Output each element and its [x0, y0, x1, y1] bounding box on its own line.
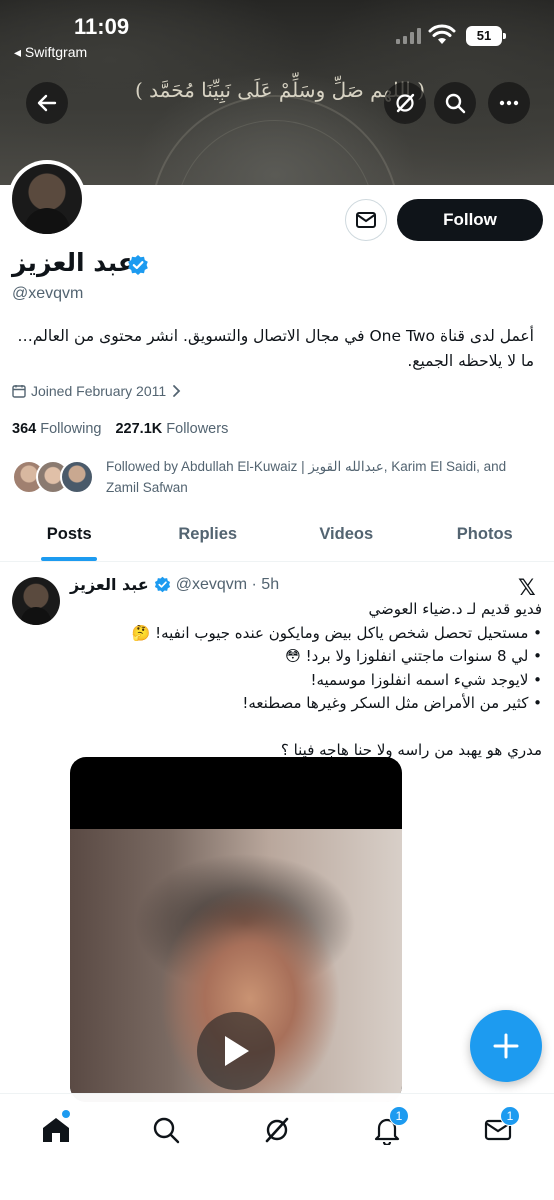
battery-indicator: 51	[466, 26, 506, 46]
more-icon	[499, 100, 519, 106]
arrow-left-icon	[37, 94, 57, 112]
grok-icon	[265, 1117, 289, 1143]
joined-date[interactable]: Joined February 2011	[12, 383, 181, 399]
home-unread-dot	[62, 1110, 70, 1118]
nav-notifications[interactable]: 1	[365, 1106, 409, 1152]
nav-search[interactable]	[144, 1108, 188, 1152]
nav-grok[interactable]	[255, 1108, 299, 1152]
tab-photos[interactable]: Photos	[416, 508, 554, 561]
grok-button[interactable]	[384, 82, 426, 124]
envelope-icon	[356, 212, 376, 228]
nav-home[interactable]	[34, 1108, 78, 1152]
plus-icon	[493, 1033, 519, 1059]
chevron-right-icon	[173, 385, 181, 397]
followers-link[interactable]: 227.1K Followers	[115, 421, 228, 437]
wifi-icon	[428, 24, 456, 44]
profile-avatar[interactable]	[8, 160, 86, 238]
profile-display-name: عبد العزيز	[12, 248, 135, 277]
tweet-author-name[interactable]: عبد العزيز	[70, 575, 149, 594]
followers-count: 227.1K	[115, 421, 163, 437]
tweet-line: • كثير من الأمراض مثل السكر وغيرها مصطنع…	[242, 694, 542, 712]
tab-posts[interactable]: Posts	[0, 508, 139, 561]
messages-badge: 1	[500, 1106, 520, 1126]
following-count: 364	[12, 421, 37, 437]
more-button[interactable]	[488, 82, 530, 124]
notifications-badge: 1	[389, 1106, 409, 1126]
followed-by-section[interactable]: Followed by Abdullah El-Kuwaiz | عبدالله…	[12, 456, 542, 500]
avatar	[60, 460, 94, 494]
nav-messages[interactable]: 1	[476, 1106, 520, 1152]
tweet-author-avatar[interactable]	[12, 577, 60, 625]
message-button[interactable]	[345, 199, 387, 241]
search-button[interactable]	[434, 82, 476, 124]
status-time: 11:09	[74, 14, 130, 39]
follow-button[interactable]: Follow	[397, 199, 543, 241]
grok-icon	[396, 93, 415, 113]
followed-by-avatars	[12, 460, 96, 496]
joined-text: Joined February 2011	[31, 383, 167, 399]
following-link[interactable]: 364 Following	[12, 421, 101, 437]
tweet-video[interactable]	[70, 757, 402, 1102]
profile-tabs: Posts Replies Videos Photos	[0, 508, 554, 562]
tweet-handle-time: @xevqvm · 5h	[175, 575, 280, 593]
search-icon	[153, 1117, 180, 1144]
tab-replies[interactable]: Replies	[139, 508, 278, 561]
back-button[interactable]	[26, 82, 68, 124]
calendar-icon	[12, 385, 26, 398]
play-icon	[225, 1036, 249, 1066]
back-to-app-link[interactable]: ◂ Swiftgram	[14, 44, 87, 61]
tweet-line: • مستحيل تحصل شخص ياكل بيض ومايكون عنده …	[131, 623, 542, 642]
tweet-line: فديو قديم لـ د.ضياء العوضي	[368, 600, 542, 618]
tweet-line: • لايوجد شيء اسمه انفلوزا موسميه!	[310, 670, 542, 689]
bottom-navigation: 1 1	[0, 1093, 554, 1200]
verified-badge-icon[interactable]	[127, 254, 149, 276]
followers-label: Followers	[166, 421, 229, 437]
follow-counts: 364 Following 227.1K Followers	[12, 421, 228, 437]
play-button[interactable]	[197, 1012, 275, 1090]
following-label: Following	[40, 421, 102, 437]
tweet-header: عبد العزيز @xevqvm · 5h	[70, 575, 279, 594]
profile-bio: أعمل لدى قناة One Two في مجال الاتصال وا…	[17, 327, 534, 370]
profile-handle: @xevqvm	[12, 285, 84, 302]
search-icon	[445, 93, 466, 114]
home-icon	[43, 1118, 69, 1142]
tweet-line: • لي 8 سنوات ماجتني انفلوزا ولا برد! 😳	[285, 647, 542, 665]
tweet-text[interactable]: فديو قديم لـ د.ضياء العوضي • مستحيل تحصل…	[70, 598, 542, 762]
compose-post-button[interactable]	[470, 1010, 542, 1082]
tab-videos[interactable]: Videos	[277, 508, 416, 561]
followed-by-text: Followed by Abdullah El-Kuwaiz | عبدالله…	[106, 459, 507, 495]
verified-badge-icon	[154, 576, 170, 593]
cellular-signal-icon	[396, 28, 421, 44]
